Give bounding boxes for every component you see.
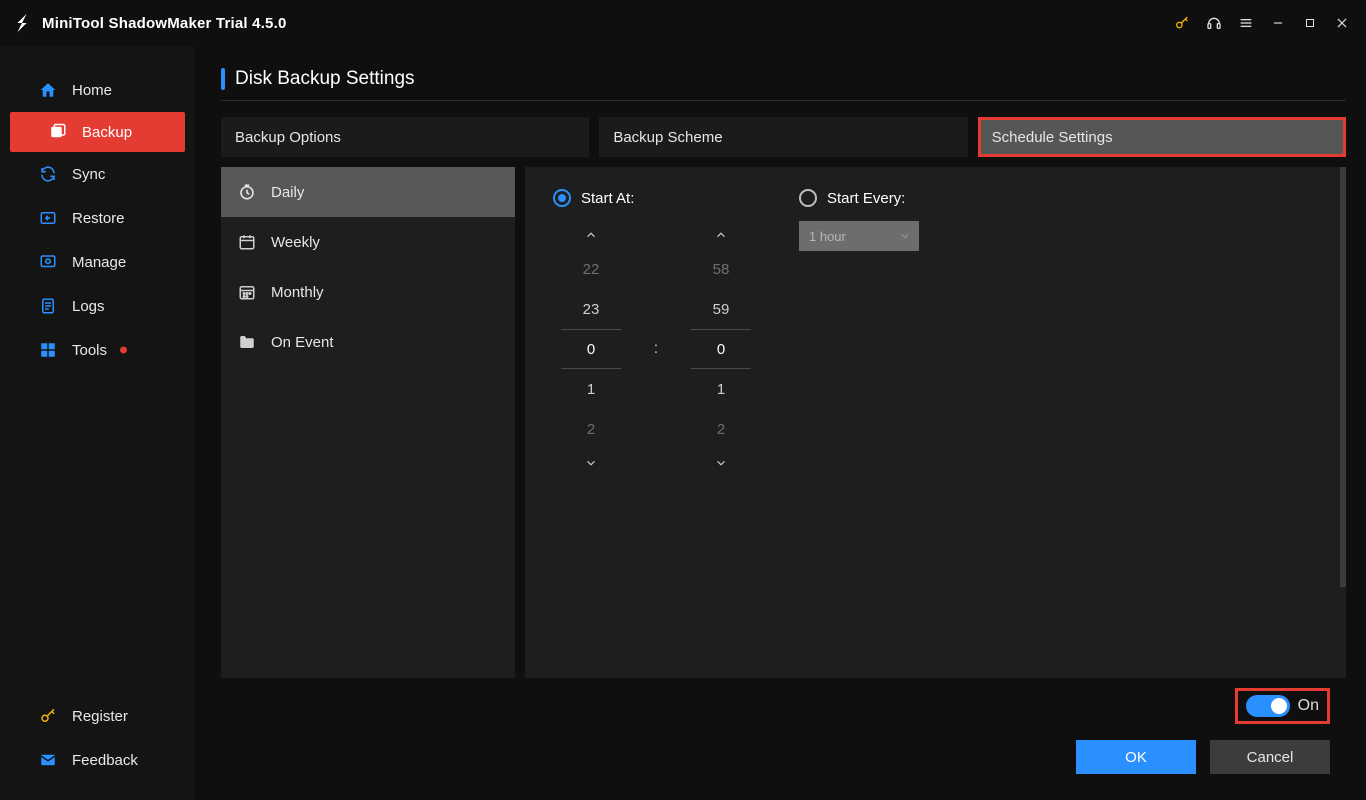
minute-spinner: 58 59 0 1 2: [691, 221, 751, 477]
start-every-radio[interactable]: Start Every:: [799, 189, 919, 207]
sidebar-item-feedback[interactable]: Feedback: [0, 738, 195, 782]
key-icon: [38, 706, 58, 726]
sidebar-item-label: Home: [72, 82, 112, 99]
headset-icon[interactable]: [1200, 9, 1228, 37]
calendar-week-icon: [237, 232, 257, 252]
start-every-label: Start Every:: [827, 190, 905, 207]
schedule-panel: Start At: 22 23 0 1: [525, 167, 1346, 678]
sidebar-item-label: Manage: [72, 254, 126, 271]
titlebar: MiniTool ShadowMaker Trial 4.5.0: [0, 0, 1366, 46]
hour-cell[interactable]: 1: [561, 369, 621, 409]
freq-label: Weekly: [271, 234, 320, 251]
freq-monthly[interactable]: Monthly: [221, 267, 515, 317]
tabs: Backup Options Backup Scheme Schedule Se…: [221, 117, 1346, 157]
freq-daily[interactable]: Daily: [221, 167, 515, 217]
minute-cell[interactable]: 58: [691, 249, 751, 289]
tab-backup-options[interactable]: Backup Options: [221, 117, 589, 157]
tools-icon: [38, 340, 58, 360]
toggle-label: On: [1298, 697, 1319, 715]
minute-cell-selected[interactable]: 0: [691, 329, 751, 369]
maximize-button[interactable]: [1296, 9, 1324, 37]
main-content: Disk Backup Settings Backup Options Back…: [195, 46, 1366, 800]
start-every-group: Start Every: 1 hour: [799, 189, 919, 477]
key-icon[interactable]: [1168, 9, 1196, 37]
home-icon: [38, 80, 58, 100]
clock-icon: [237, 182, 257, 202]
sidebar-item-manage[interactable]: Manage: [0, 240, 195, 284]
menu-icon[interactable]: [1232, 9, 1260, 37]
minute-up-button[interactable]: [691, 221, 751, 249]
schedule-toggle[interactable]: [1246, 695, 1290, 717]
sidebar-item-label: Logs: [72, 298, 105, 315]
footer: On: [221, 678, 1346, 740]
manage-icon: [38, 252, 58, 272]
logs-icon: [38, 296, 58, 316]
sidebar-item-label: Backup: [82, 124, 132, 141]
restore-icon: [38, 208, 58, 228]
sidebar-item-logs[interactable]: Logs: [0, 284, 195, 328]
start-at-group: Start At: 22 23 0 1: [553, 189, 751, 477]
hour-spinner: 22 23 0 1 2: [561, 221, 621, 477]
cancel-button[interactable]: Cancel: [1210, 740, 1330, 774]
close-button[interactable]: [1328, 9, 1356, 37]
frequency-panel: Daily Weekly Monthly On Event: [221, 167, 515, 678]
app-logo-icon: [10, 11, 34, 35]
interval-value: 1 hour: [809, 229, 846, 244]
minute-cell[interactable]: 2: [691, 409, 751, 449]
page-title: Disk Backup Settings: [235, 68, 415, 90]
title-accent-bar: [221, 68, 225, 90]
sidebar-item-home[interactable]: Home: [0, 68, 195, 112]
radio-icon: [799, 189, 817, 207]
sidebar-item-label: Tools: [72, 342, 107, 359]
tab-backup-scheme[interactable]: Backup Scheme: [599, 117, 967, 157]
tab-schedule-settings[interactable]: Schedule Settings: [978, 117, 1346, 157]
sidebar-item-restore[interactable]: Restore: [0, 196, 195, 240]
ok-button[interactable]: OK: [1076, 740, 1196, 774]
start-at-label: Start At:: [581, 190, 634, 207]
app-title: MiniTool ShadowMaker Trial 4.5.0: [42, 15, 287, 32]
chevron-down-icon: [899, 230, 911, 242]
sidebar-item-label: Feedback: [72, 752, 138, 769]
freq-weekly[interactable]: Weekly: [221, 217, 515, 267]
hour-cell[interactable]: 2: [561, 409, 621, 449]
freq-label: On Event: [271, 334, 334, 351]
minute-cell[interactable]: 1: [691, 369, 751, 409]
sidebar-item-register[interactable]: Register: [0, 694, 195, 738]
sidebar-item-backup[interactable]: Backup: [10, 112, 185, 152]
freq-label: Daily: [271, 184, 304, 201]
notification-dot-icon: [120, 347, 127, 354]
schedule-toggle-wrap: On: [1235, 688, 1330, 724]
minute-down-button[interactable]: [691, 449, 751, 477]
sidebar-item-tools[interactable]: Tools: [0, 328, 195, 372]
time-separator: :: [651, 221, 661, 421]
interval-select: 1 hour: [799, 221, 919, 251]
time-picker: 22 23 0 1 2 :: [561, 221, 751, 477]
sidebar-item-label: Sync: [72, 166, 105, 183]
hour-cell-selected[interactable]: 0: [561, 329, 621, 369]
sidebar-item-label: Restore: [72, 210, 125, 227]
radio-icon: [553, 189, 571, 207]
freq-label: Monthly: [271, 284, 324, 301]
sidebar: Home Backup Sync Restore Manage: [0, 46, 195, 800]
hour-cell[interactable]: 22: [561, 249, 621, 289]
freq-on-event[interactable]: On Event: [221, 317, 515, 367]
hour-up-button[interactable]: [561, 221, 621, 249]
sidebar-item-label: Register: [72, 708, 128, 725]
mail-icon: [38, 750, 58, 770]
minimize-button[interactable]: [1264, 9, 1292, 37]
start-at-radio[interactable]: Start At:: [553, 189, 751, 207]
minute-cell[interactable]: 59: [691, 289, 751, 329]
hour-cell[interactable]: 23: [561, 289, 621, 329]
sidebar-item-sync[interactable]: Sync: [0, 152, 195, 196]
hour-down-button[interactable]: [561, 449, 621, 477]
calendar-month-icon: [237, 282, 257, 302]
sync-icon: [38, 164, 58, 184]
folder-icon: [237, 332, 257, 352]
backup-icon: [48, 122, 68, 142]
